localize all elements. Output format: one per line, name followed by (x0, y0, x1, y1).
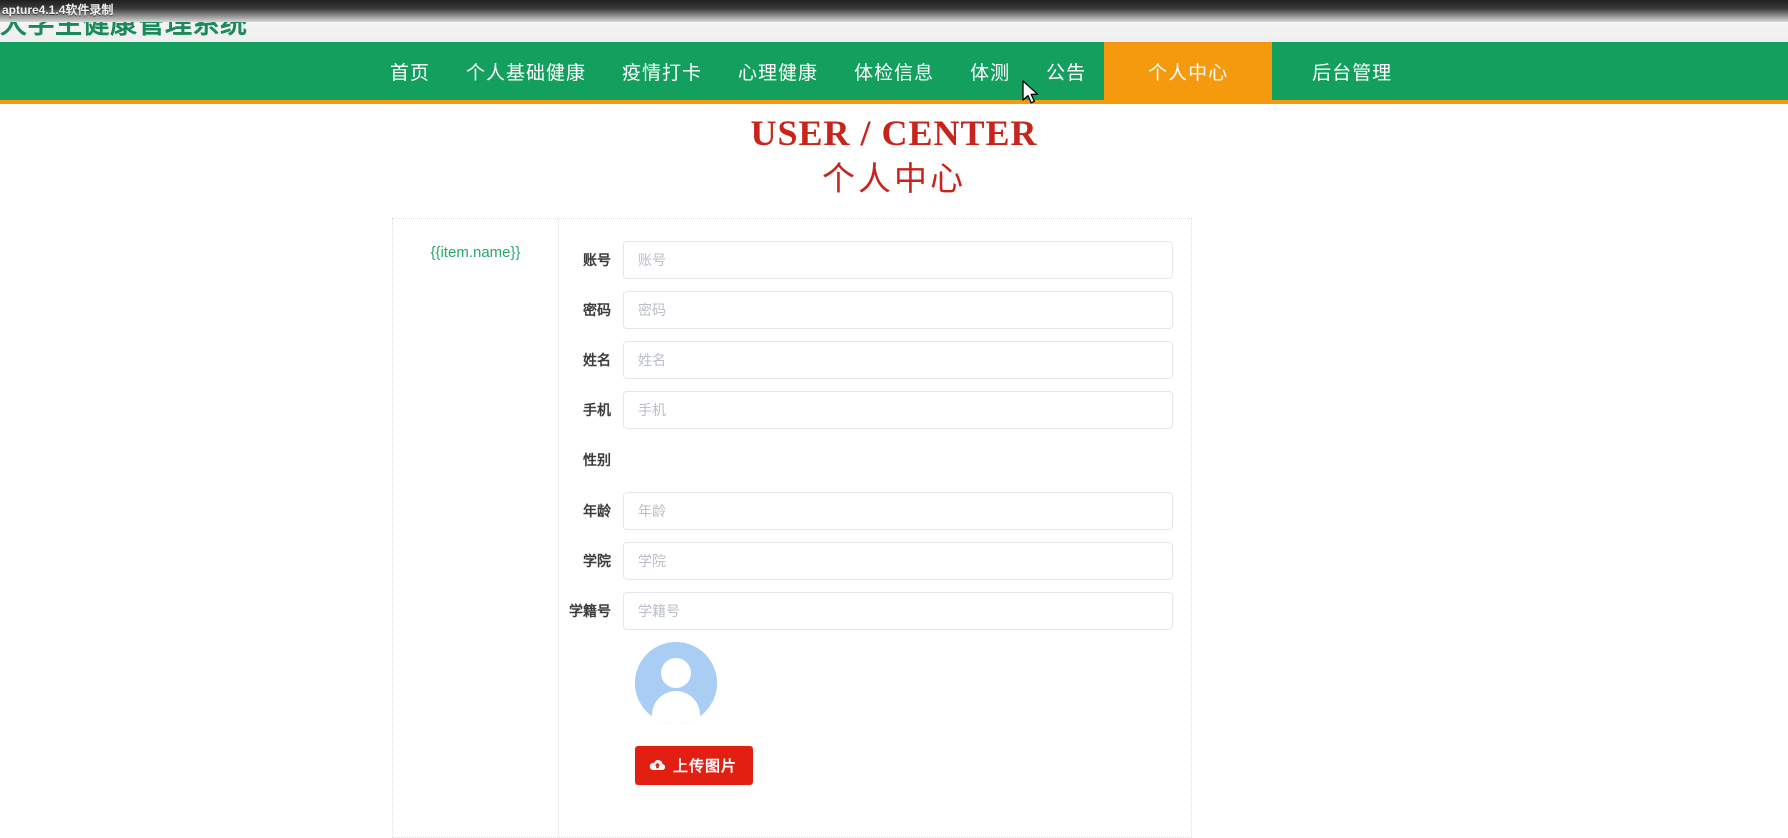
nav-item-mental-health[interactable]: 心理健康 (720, 42, 836, 100)
avatar (635, 642, 717, 724)
main-navigation: 首页 个人基础健康 疫情打卡 心理健康 体检信息 体测 公告 个人中心 后台管理 (0, 42, 1788, 104)
age-input[interactable] (623, 492, 1173, 530)
field-wrapper-college (623, 542, 1173, 580)
recorder-title-bar: apture4.1.4软件录制 (0, 0, 1788, 22)
form-row-phone: 手机 (559, 391, 1191, 429)
label-account: 账号 (583, 252, 611, 268)
nav-left-spacer (0, 42, 372, 100)
page-heading: USER / CENTER 个人中心 (0, 104, 1788, 203)
account-input[interactable] (623, 241, 1173, 279)
field-wrapper-student-id (623, 592, 1173, 630)
form-row-student-id: 学籍号 (559, 592, 1191, 630)
password-input[interactable] (623, 291, 1173, 329)
field-wrapper-account (623, 241, 1173, 279)
recorder-window-title: apture4.1.4软件录制 (2, 3, 114, 17)
label-name: 姓名 (583, 352, 611, 368)
nav-item-announcement[interactable]: 公告 (1028, 42, 1104, 100)
field-wrapper-phone (623, 391, 1173, 429)
phone-input[interactable] (623, 391, 1173, 429)
nav-item-medical-exam[interactable]: 体检信息 (836, 42, 952, 100)
page-title-chinese: 个人中心 (822, 162, 966, 198)
item-name-template-text: {{item.name}} (430, 244, 521, 261)
nav-item-basic-health[interactable]: 个人基础健康 (448, 42, 604, 100)
label-college: 学院 (583, 553, 611, 569)
label-age: 年龄 (583, 503, 611, 519)
upload-image-button[interactable]: 上传图片 (635, 746, 754, 785)
nav-item-epidemic-checkin[interactable]: 疫情打卡 (604, 42, 720, 100)
nav-item-user-center[interactable]: 个人中心 (1104, 42, 1273, 100)
label-password: 密码 (583, 302, 611, 318)
field-wrapper-name (623, 341, 1173, 379)
nav-item-fitness-test[interactable]: 体测 (952, 42, 1028, 100)
student-id-input[interactable] (623, 592, 1173, 630)
page-title-english: USER / CENTER (750, 113, 1038, 153)
panel-sidebar: {{item.name}} (393, 219, 559, 837)
form-row-college: 学院 (559, 542, 1191, 580)
form-row-account: 账号 (559, 241, 1191, 279)
form-row-name: 姓名 (559, 341, 1191, 379)
user-avatar-icon (635, 642, 717, 724)
user-center-panel: {{item.name}} 账号 密码 姓名 手机 (392, 218, 1192, 838)
label-student-id: 学籍号 (569, 603, 611, 619)
user-profile-form: 账号 密码 姓名 手机 性别 年 (559, 219, 1191, 837)
form-row-password: 密码 (559, 291, 1191, 329)
field-wrapper-age (623, 492, 1173, 530)
name-input[interactable] (623, 341, 1173, 379)
avatar-upload-block: 上传图片 (559, 642, 1191, 785)
label-phone: 手机 (583, 402, 611, 418)
field-wrapper-password (623, 291, 1173, 329)
nav-item-home[interactable]: 首页 (372, 42, 448, 100)
cloud-upload-icon (649, 760, 666, 770)
form-row-age: 年龄 (559, 492, 1191, 530)
college-input[interactable] (623, 542, 1173, 580)
nav-item-admin[interactable]: 后台管理 (1272, 42, 1410, 100)
upload-image-label: 上传图片 (673, 758, 738, 775)
label-gender: 性别 (583, 452, 611, 468)
form-row-gender: 性别 (559, 441, 1191, 479)
